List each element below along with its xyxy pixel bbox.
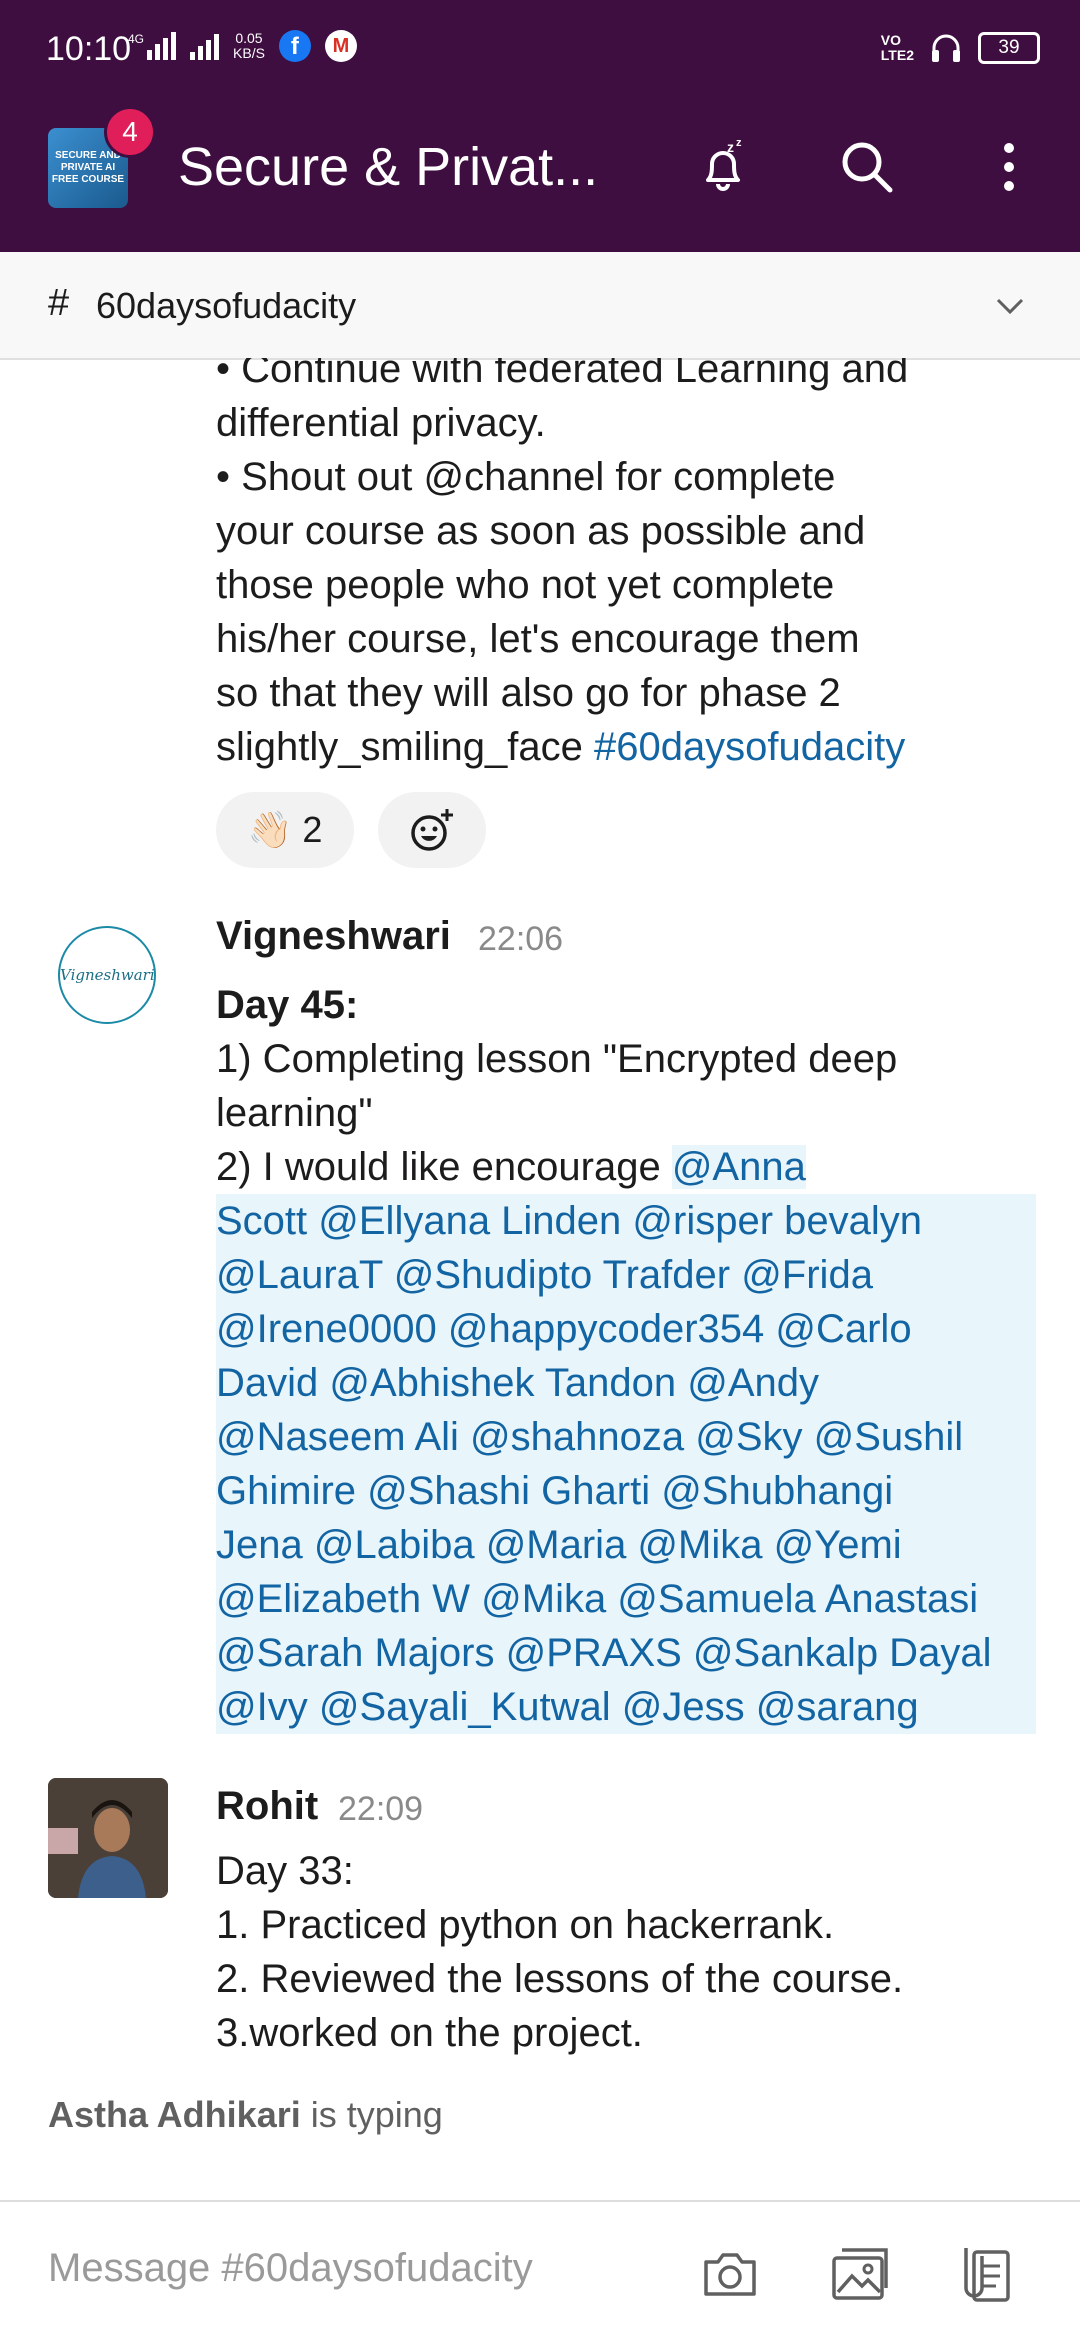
mention-link[interactable]: @Anna (671, 1145, 806, 1189)
message-line: 1) Completing lesson "Encrypted deep (216, 1037, 898, 1081)
message-time: 22:06 (478, 920, 564, 958)
message-line: 2) I would like encourage @Anna (216, 1140, 1036, 1194)
message-line: those people who not yet complete (216, 563, 835, 607)
notification-badge: 4 (104, 106, 156, 158)
author-name[interactable]: Rohit (216, 1784, 318, 1829)
mention-line[interactable]: Scott @Ellyana Linden @risper bevalyn (216, 1194, 1036, 1248)
typing-suffix: is typing (300, 2094, 443, 2135)
channel-hash-icon: # (48, 282, 70, 324)
reaction-wave[interactable]: 👋🏻 2 (216, 792, 354, 868)
network-label: 4G (128, 32, 145, 46)
status-bar: 10:10 4G 0.05 KB/S f M VO LTE2 39 (0, 0, 1080, 84)
volte-indicator: VO LTE2 (881, 33, 914, 63)
workspace-title[interactable]: Secure & Privat... (178, 136, 598, 198)
message-composer: Message #60daysofudacity (0, 2200, 1080, 2342)
message-list[interactable]: • Continue with federated Learning and d… (0, 358, 1080, 2194)
avatar-photo (48, 1778, 168, 1898)
volte-top: VO (880, 32, 902, 48)
message-line: 1. Practiced python on hackerrank. (216, 1903, 835, 1947)
volte-bottom: LTE2 (880, 47, 914, 63)
message-time: 22:09 (338, 1790, 424, 1828)
mention-line[interactable]: @Sarah Majors @PRAXS @Sankalp Dayal (216, 1626, 1036, 1680)
more-vertical-icon[interactable] (976, 134, 1042, 200)
message-continued-text: • Continue with federated Learning and d… (216, 358, 1036, 774)
message-line: slightly_smiling_face #60daysofudacity (216, 720, 1036, 774)
signal-4g-icon: 4G (128, 32, 177, 60)
wave-emoji-icon: 👋🏻 (247, 809, 293, 850)
mention-line[interactable]: David @Abhishek Tandon @Andy (216, 1356, 1036, 1410)
mention-line[interactable]: Jena @Labiba @Maria @Mika @Yemi (216, 1518, 1036, 1572)
emoji-text: slightly_smiling_face (216, 725, 594, 769)
add-reaction-icon (411, 809, 453, 851)
svg-text:z: z (736, 137, 742, 149)
message-line-intro: 2) I would like encourage (216, 1145, 672, 1189)
network-speed: 0.05 KB/S (233, 31, 265, 61)
chevron-down-icon[interactable] (992, 288, 1028, 324)
channel-bar[interactable]: # 60daysofudacity (0, 252, 1080, 360)
gallery-icon[interactable] (828, 2242, 892, 2306)
status-right: VO LTE2 39 (881, 30, 1040, 66)
snooze-bell-icon[interactable]: z z (690, 134, 756, 200)
gmail-icon: M (324, 30, 357, 62)
message-text: Day 33: 1. Practiced python on hackerran… (216, 1844, 1036, 2060)
avatar[interactable] (48, 1778, 168, 1898)
message-line: 2. Reviewed the lessons of the course. (216, 1957, 904, 2001)
headphones-icon (932, 34, 960, 62)
mention-line[interactable]: @Irene0000 @happycoder354 @Carlo (216, 1302, 1036, 1356)
mention-line[interactable]: @Elizabeth W @Mika @Samuela Anastasi (216, 1572, 1036, 1626)
author-name[interactable]: Vigneshwari (216, 914, 451, 959)
status-time: 10:10 (46, 30, 132, 68)
facebook-icon: f (278, 30, 311, 62)
typing-user: Astha Adhikari (48, 2094, 301, 2135)
message-line: • Continue with federated Learning and (216, 358, 909, 391)
search-icon[interactable] (834, 134, 900, 200)
mention-line[interactable]: @LauraT @Shudipto Trafder @Frida (216, 1248, 1036, 1302)
status-left-icons: 4G 0.05 KB/S f M (128, 30, 357, 62)
message-title: Day 45: (216, 983, 359, 1027)
battery-indicator: 39 (978, 32, 1040, 64)
message-line: Day 33: (216, 1849, 354, 1893)
reaction-count: 2 (302, 809, 323, 850)
channel-name[interactable]: 60daysofudacity (96, 285, 356, 327)
message-line: differential privacy. (216, 401, 546, 445)
svg-text:z: z (727, 139, 734, 155)
message-line: 3.worked on the project. (216, 2011, 643, 2055)
app-header: SECURE AND PRIVATE AI FREE COURSE 4 Secu… (0, 84, 1080, 252)
message-line: • Shout out @channel for complete (216, 455, 836, 499)
message-line: his/her course, let's encourage them (216, 617, 860, 661)
avatar[interactable]: Vigneshwari (58, 926, 156, 1024)
signal-icon (190, 32, 220, 60)
mention-line[interactable]: @Naseem Ali @shahnoza @Sky @Sushil (216, 1410, 1036, 1464)
message-line: learning" (216, 1091, 373, 1135)
add-reaction-button[interactable] (378, 792, 486, 868)
speed-value: 0.05 (235, 30, 263, 46)
mention-line[interactable]: @Ivy @Sayali_Kutwal @Jess @sarang (216, 1680, 1036, 1734)
typing-indicator: Astha Adhikari is typing (48, 2094, 443, 2136)
camera-icon[interactable] (698, 2242, 762, 2306)
message-line: your course as soon as possible and (216, 509, 866, 553)
message-text: Day 45: 1) Completing lesson "Encrypted … (216, 978, 1036, 1734)
hashtag-link[interactable]: #60daysofudacity (594, 725, 905, 769)
mention-line[interactable]: Ghimire @Shashi Gharti @Shubhangi (216, 1464, 1036, 1518)
message-line: so that they will also go for phase 2 (216, 671, 841, 715)
files-icon[interactable] (952, 2242, 1016, 2306)
speed-unit: KB/S (233, 45, 265, 61)
message-input[interactable]: Message #60daysofudacity (48, 2246, 533, 2291)
